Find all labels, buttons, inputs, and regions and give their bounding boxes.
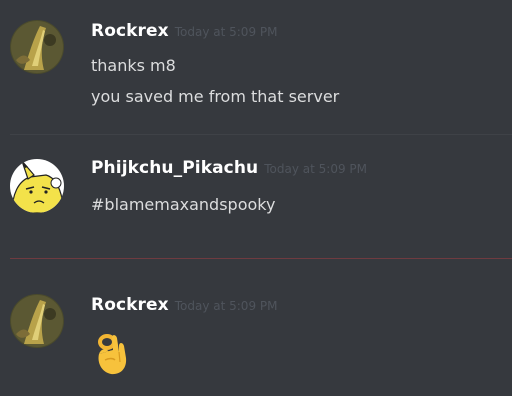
message-text: thanks m8: [91, 56, 176, 75]
new-messages-divider: [10, 258, 512, 259]
message-divider: [10, 134, 512, 135]
message-header: Rockrex Today at 5:09 PM: [91, 21, 277, 41]
timestamp: Today at 5:09 PM: [174, 299, 278, 313]
avatar[interactable]: [10, 20, 64, 74]
timestamp: Today at 5:09 PM: [264, 162, 368, 176]
ok-hand-emoji[interactable]: [93, 332, 133, 376]
ok-hand-icon: [98, 334, 127, 375]
message-text: you saved me from that server: [91, 87, 340, 106]
timestamp: Today at 5:09 PM: [174, 25, 278, 39]
avatar[interactable]: [10, 159, 64, 213]
username[interactable]: Rockrex: [91, 21, 169, 41]
rockrex-avatar-image: [10, 20, 64, 74]
message-header: Phijkchu_Pikachu Today at 5:09 PM: [91, 158, 367, 178]
rockrex-avatar-image: [10, 294, 64, 348]
username[interactable]: Phijkchu_Pikachu: [91, 158, 258, 178]
avatar[interactable]: [10, 294, 64, 348]
message-header: Rockrex Today at 5:09 PM: [91, 295, 277, 315]
pikachu-avatar-image: [10, 159, 64, 213]
message-text: #blamemaxandspooky: [91, 195, 276, 214]
username[interactable]: Rockrex: [91, 295, 169, 315]
chat-message-list: Rockrex Today at 5:09 PM thanks m8 you sa…: [0, 0, 512, 396]
